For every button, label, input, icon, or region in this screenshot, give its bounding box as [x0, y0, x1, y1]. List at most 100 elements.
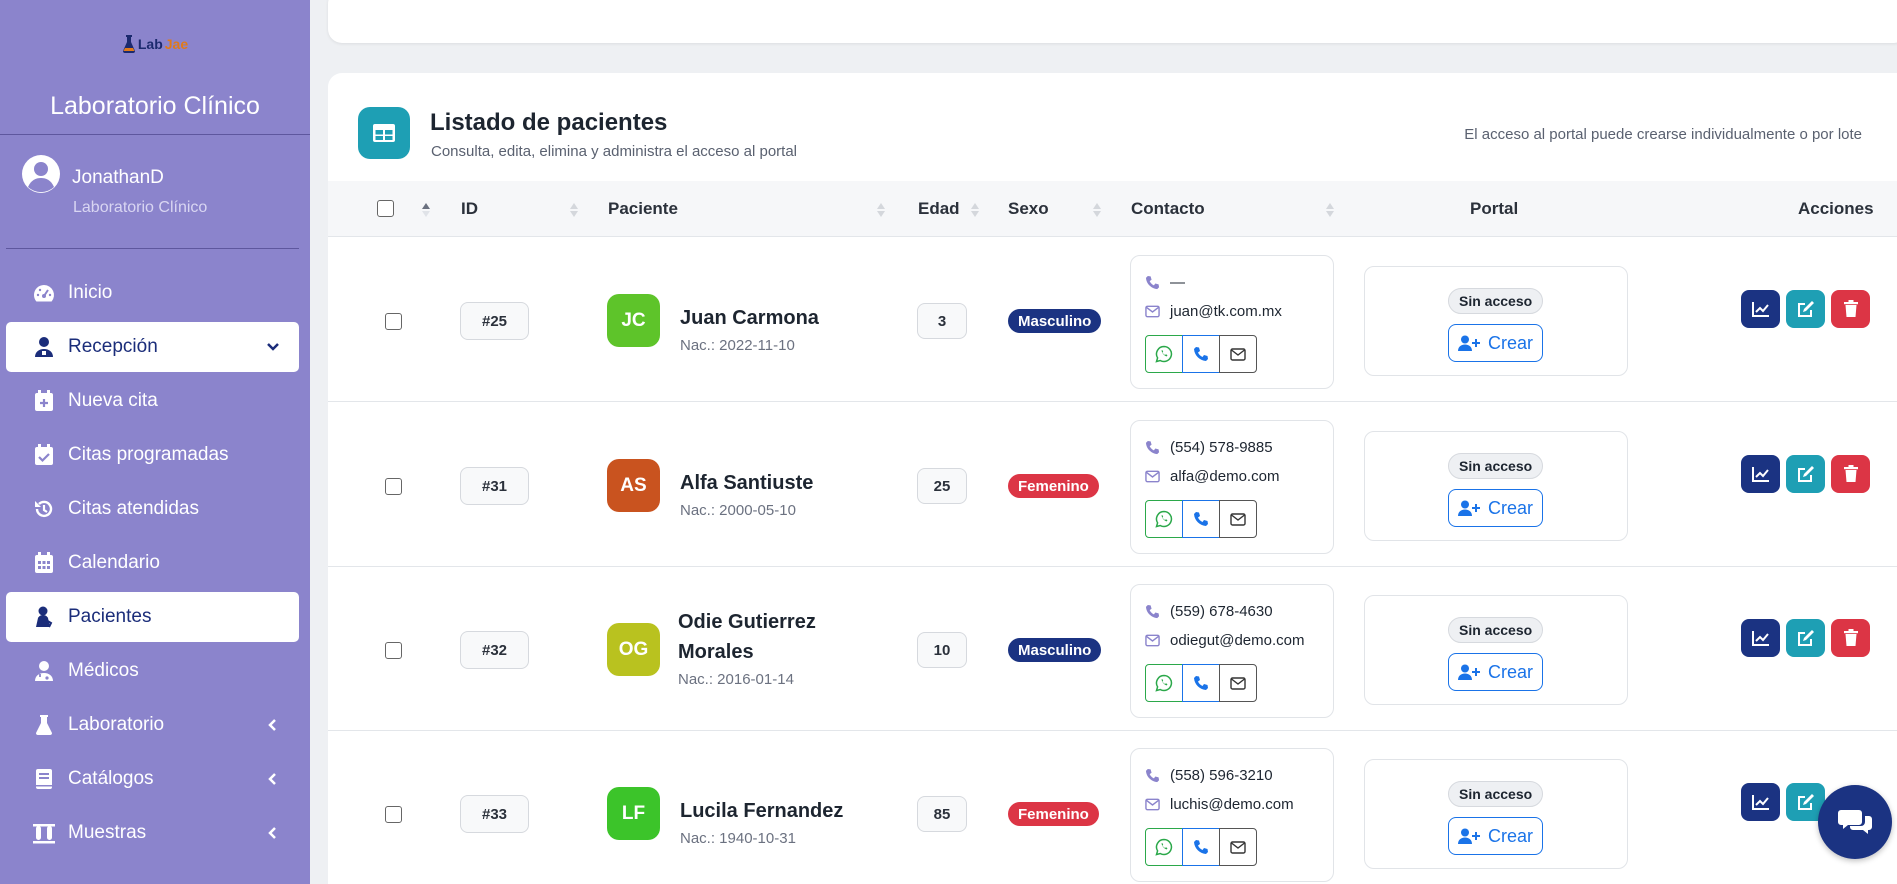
- stats-button[interactable]: [1741, 619, 1780, 657]
- logo[interactable]: Lab Jae: [0, 34, 310, 54]
- row-checkbox[interactable]: [385, 313, 402, 330]
- edit-button[interactable]: [1786, 455, 1825, 493]
- table-row[interactable]: #33 LF Lucila Fernandez Nac.: 1940-10-31…: [328, 732, 1897, 884]
- call-button[interactable]: [1182, 828, 1220, 866]
- table-row[interactable]: #25 JC Juan Carmona Nac.: 2022-11-10 3 M…: [328, 238, 1897, 402]
- email-text: luchis@demo.com: [1170, 795, 1294, 813]
- row-checkbox[interactable]: [385, 642, 402, 659]
- sidebar-item-catalogos[interactable]: Catálogos: [6, 754, 299, 804]
- whatsapp-button[interactable]: [1145, 500, 1183, 538]
- email-button[interactable]: [1219, 828, 1257, 866]
- sidebar-item-laboratorio[interactable]: Laboratorio: [6, 700, 299, 750]
- sort-asc-icon[interactable]: [421, 201, 431, 219]
- sidebar-item-label: Calendario: [68, 552, 160, 573]
- select-all-checkbox[interactable]: [377, 200, 394, 217]
- call-button[interactable]: [1182, 500, 1220, 538]
- sort-icon[interactable]: [1325, 201, 1335, 219]
- portal-card: Sin acceso Crear: [1364, 595, 1628, 705]
- phone-icon: [1194, 676, 1208, 690]
- chat-button[interactable]: [1818, 785, 1892, 859]
- sidebar-item-label: Médicos: [68, 660, 139, 681]
- portal-status-badge: Sin acceso: [1448, 781, 1544, 807]
- sidebar-item-nueva-cita[interactable]: Nueva cita: [6, 376, 299, 426]
- patient-name[interactable]: Lucila Fernandez: [680, 796, 843, 826]
- sidebar-item-pacientes[interactable]: Pacientes: [6, 592, 299, 642]
- patient-name[interactable]: Odie Gutierrez Morales: [678, 607, 816, 667]
- sidebar-item-muestras[interactable]: Muestras: [6, 808, 299, 858]
- sidebar-item-inicio[interactable]: Inicio: [6, 268, 299, 318]
- whatsapp-button[interactable]: [1145, 828, 1183, 866]
- create-portal-button[interactable]: Crear: [1448, 489, 1543, 527]
- brand-title[interactable]: Laboratorio Clínico: [0, 92, 310, 121]
- whatsapp-button[interactable]: [1145, 664, 1183, 702]
- email-button[interactable]: [1219, 664, 1257, 702]
- create-portal-button[interactable]: Crear: [1448, 324, 1543, 362]
- edit-icon: [1797, 794, 1814, 810]
- sort-icon[interactable]: [1092, 201, 1102, 219]
- chart-line-icon: [1751, 795, 1769, 810]
- portal-card: Sin acceso Crear: [1364, 266, 1628, 376]
- create-label: Crear: [1487, 497, 1533, 518]
- edit-button[interactable]: [1786, 619, 1825, 657]
- patient-name[interactable]: Juan Carmona: [680, 303, 819, 333]
- sidebar-item-calendario[interactable]: Calendario: [6, 538, 299, 588]
- sort-icon[interactable]: [970, 201, 980, 219]
- patient-dob: Nac.: 2000-05-10: [680, 502, 796, 519]
- table-row[interactable]: #31 AS Alfa Santiuste Nac.: 2000-05-10 2…: [328, 403, 1897, 567]
- email-button[interactable]: [1219, 335, 1257, 373]
- sidebar-item-label: Recepción: [68, 336, 158, 357]
- user-avatar-icon[interactable]: [21, 154, 61, 194]
- envelope-icon: [1145, 798, 1160, 810]
- patient-dob: Nac.: 2022-11-10: [680, 337, 795, 354]
- user-name[interactable]: JonathanD: [72, 167, 164, 189]
- row-checkbox[interactable]: [385, 806, 402, 823]
- column-header-contact[interactable]: Contacto: [1131, 181, 1205, 237]
- patient-age: 85: [917, 796, 967, 832]
- sidebar-item-citas-atendidas[interactable]: Citas atendidas: [6, 484, 299, 534]
- delete-button[interactable]: [1831, 619, 1870, 657]
- stats-button[interactable]: [1741, 783, 1780, 821]
- vials-icon: [30, 821, 58, 845]
- logo-text-jae: Jae: [164, 36, 189, 52]
- sidebar-item-label: Muestras: [68, 822, 147, 843]
- call-button[interactable]: [1182, 335, 1220, 373]
- delete-button[interactable]: [1831, 455, 1870, 493]
- stats-button[interactable]: [1741, 455, 1780, 493]
- create-label: Crear: [1487, 661, 1533, 682]
- sidebar-item-recepcion[interactable]: Recepción: [6, 322, 299, 372]
- chevron-left-icon: [268, 773, 276, 785]
- sort-icon[interactable]: [569, 201, 579, 219]
- row-checkbox[interactable]: [385, 478, 402, 495]
- create-portal-button[interactable]: Crear: [1448, 817, 1543, 855]
- edit-button[interactable]: [1786, 290, 1825, 328]
- contact-phone: (554) 578-9885: [1145, 437, 1273, 457]
- column-header-id[interactable]: ID: [461, 181, 478, 237]
- patient-age: 3: [917, 303, 967, 339]
- column-header-age[interactable]: Edad: [918, 181, 960, 237]
- patient-name[interactable]: Alfa Santiuste: [680, 468, 813, 498]
- contact-phone: (558) 596-3210: [1145, 765, 1273, 785]
- column-header-patient[interactable]: Paciente: [608, 181, 678, 237]
- flask-icon: [30, 713, 58, 737]
- call-button[interactable]: [1182, 664, 1220, 702]
- patient-avatar: JC: [607, 294, 660, 347]
- whatsapp-button[interactable]: [1145, 335, 1183, 373]
- stats-button[interactable]: [1741, 290, 1780, 328]
- sort-icon[interactable]: [876, 201, 886, 219]
- chevron-down-icon: [267, 343, 279, 351]
- patient-id: #31: [460, 467, 529, 505]
- whatsapp-icon: [1155, 838, 1173, 856]
- portal-status-badge: Sin acceso: [1448, 288, 1544, 314]
- delete-button[interactable]: [1831, 290, 1870, 328]
- sidebar-item-label: Citas atendidas: [68, 498, 199, 519]
- patient-age: 25: [917, 468, 967, 504]
- table-row[interactable]: #32 OG Odie Gutierrez Morales Nac.: 2016…: [328, 567, 1897, 731]
- column-header-sex[interactable]: Sexo: [1008, 181, 1049, 237]
- sidebar-item-label: Pacientes: [68, 606, 152, 627]
- email-button[interactable]: [1219, 500, 1257, 538]
- create-portal-button[interactable]: Crear: [1448, 653, 1543, 691]
- email-text: odiegut@demo.com: [1170, 631, 1305, 649]
- sidebar-item-medicos[interactable]: Médicos: [6, 646, 299, 696]
- user-plus-icon: [1457, 664, 1480, 680]
- sidebar-item-citas-programadas[interactable]: Citas programadas: [6, 430, 299, 480]
